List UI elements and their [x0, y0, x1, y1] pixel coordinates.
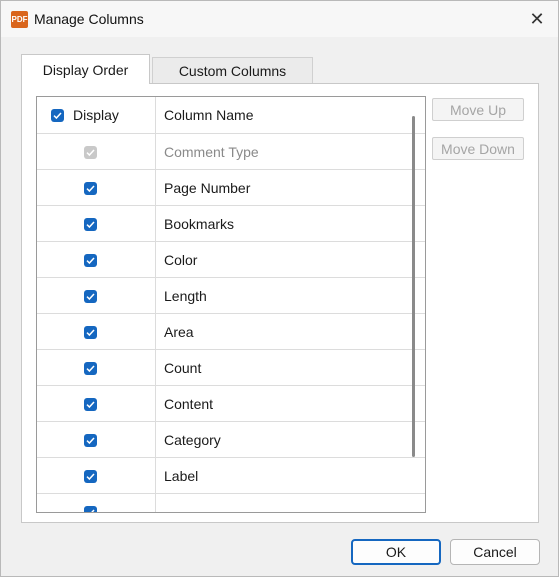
pdf-app-icon: PDF [11, 11, 28, 28]
column-separator [155, 494, 156, 512]
manage-columns-dialog: PDF Manage Columns ✕ Display Order Custo… [0, 0, 559, 577]
table-row[interactable]: Page Number [37, 170, 425, 206]
column-separator [155, 97, 156, 133]
table-row[interactable]: Content [37, 386, 425, 422]
column-name-cell: Category [164, 432, 221, 448]
table-row[interactable]: Count [37, 350, 425, 386]
table-row[interactable]: Label [37, 458, 425, 494]
column-name-cell: Comment Type [164, 144, 259, 160]
column-name-cell: Area [164, 324, 194, 340]
tab-display-order[interactable]: Display Order [21, 54, 150, 84]
column-separator [155, 206, 156, 241]
ok-button[interactable]: OK [351, 539, 441, 565]
move-down-button[interactable]: Move Down [432, 137, 524, 160]
header-column-name: Column Name [164, 107, 254, 123]
table-row[interactable]: Bookmarks [37, 206, 425, 242]
dialog-title: Manage Columns [34, 11, 144, 27]
column-separator [155, 170, 156, 205]
display-checkbox[interactable] [84, 362, 97, 375]
table-row[interactable]: Color [37, 242, 425, 278]
column-separator [155, 386, 156, 421]
table-row[interactable]: Category [37, 422, 425, 458]
display-checkbox[interactable] [84, 290, 97, 303]
column-separator [155, 350, 156, 385]
tab-custom-columns[interactable]: Custom Columns [152, 57, 313, 84]
close-icon[interactable]: ✕ [524, 7, 550, 31]
columns-grid: Display Column Name Comment Type Page Num… [36, 96, 426, 513]
table-row[interactable] [37, 494, 425, 512]
column-name-cell: Bookmarks [164, 216, 235, 232]
table-row[interactable]: Area [37, 314, 425, 350]
display-checkbox[interactable] [84, 434, 97, 447]
cancel-button[interactable]: Cancel [450, 539, 540, 565]
column-name-cell: Count [164, 360, 202, 376]
column-name-cell: Length [164, 288, 207, 304]
column-name-cell: Label [164, 468, 199, 484]
header-display: Display [73, 107, 119, 123]
table-row[interactable]: Comment Type [37, 134, 425, 170]
title-bar: PDF Manage Columns ✕ [1, 1, 558, 37]
column-separator [155, 422, 156, 457]
grid-header-row: Display Column Name [37, 97, 425, 134]
column-name-cell: Color [164, 252, 198, 268]
display-checkbox [84, 146, 97, 159]
column-separator [155, 278, 156, 313]
display-all-checkbox[interactable] [51, 109, 64, 122]
table-row[interactable]: Length [37, 278, 425, 314]
display-checkbox[interactable] [84, 182, 97, 195]
column-separator [155, 314, 156, 349]
column-name-cell: Content [164, 396, 214, 412]
display-checkbox[interactable] [84, 470, 97, 483]
display-checkbox[interactable] [84, 218, 97, 231]
display-checkbox[interactable] [84, 506, 97, 512]
column-separator [155, 134, 156, 169]
column-separator [155, 458, 156, 493]
display-checkbox[interactable] [84, 254, 97, 267]
display-checkbox[interactable] [84, 326, 97, 339]
display-checkbox[interactable] [84, 398, 97, 411]
column-separator [155, 242, 156, 277]
move-up-button[interactable]: Move Up [432, 98, 524, 121]
grid-scrollbar[interactable] [412, 116, 415, 457]
column-name-cell: Page Number [164, 180, 251, 196]
